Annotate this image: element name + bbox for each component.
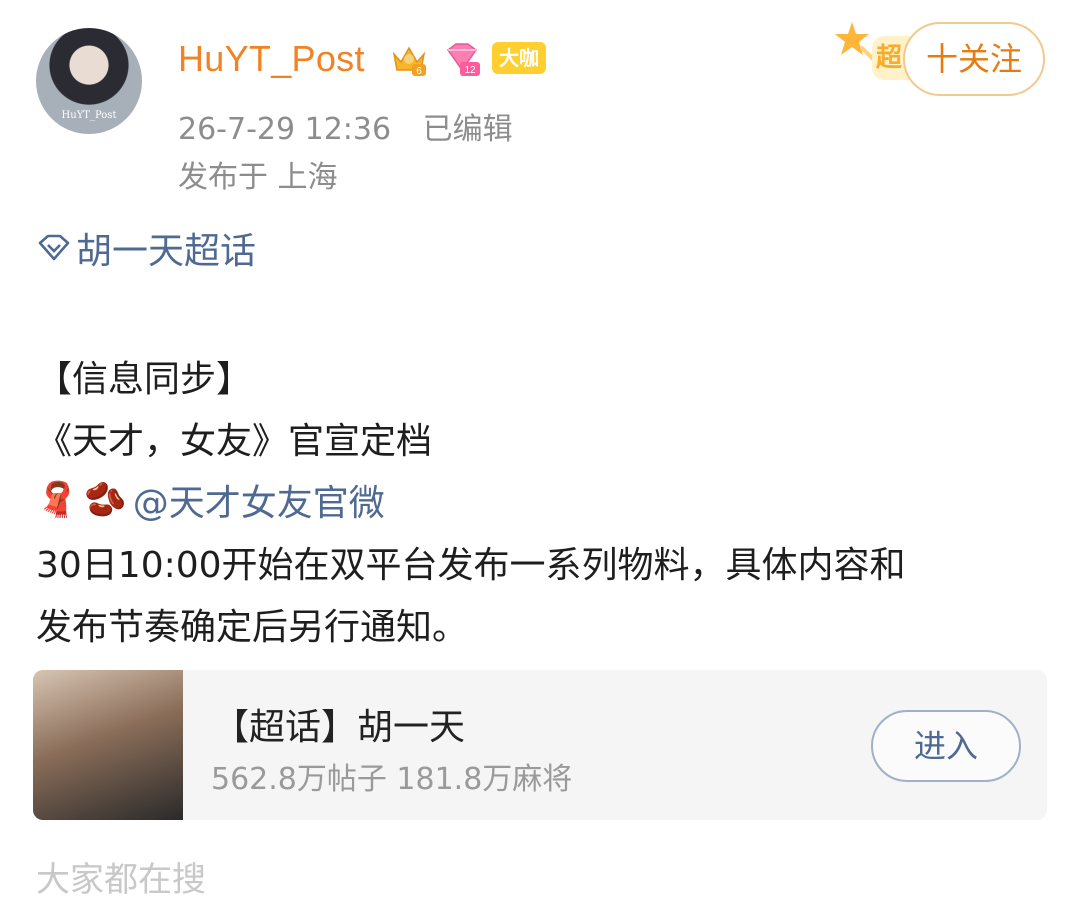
crown-badge-icon[interactable]: 6 <box>390 40 428 78</box>
post-text-line: 【信息同步】 <box>36 359 253 400</box>
topic-link[interactable]: 胡一天超话 <box>36 222 256 274</box>
topic-label: 胡一天超话 <box>76 231 257 272</box>
card-thumbnail <box>33 670 183 820</box>
post-text-line: 《天才，女友》官宣定档 <box>36 421 433 462</box>
scarf-icon: 🧣 <box>36 480 79 520</box>
card-stats: 562.8万帖子 181.8万麻将 <box>211 762 573 797</box>
post-timestamp: 26-7-29 12:36 <box>178 112 392 147</box>
post-meta: 26-7-29 12:36 已编辑 <box>178 104 513 148</box>
post-mention-line: 🧣 🫘 @天才女友官微 <box>36 474 385 526</box>
trending-header: 大家都在搜 <box>36 860 206 900</box>
card-title: 【超话】胡一天 <box>213 707 466 748</box>
edited-label[interactable]: 已编辑 <box>423 112 513 147</box>
follow-button[interactable]: 十关注 <box>903 22 1045 96</box>
super-topic-card[interactable]: 【超话】胡一天 562.8万帖子 181.8万麻将 进入 <box>33 670 1047 820</box>
mention-link[interactable]: @天才女友官微 <box>133 474 385 526</box>
daka-badge[interactable]: 大咖 <box>492 42 546 74</box>
username[interactable]: HuYT_Post <box>178 38 365 80</box>
diamond-icon <box>38 234 70 261</box>
post-text-line: 发布节奏确定后另行通知。 <box>36 607 469 648</box>
avatar-caption: HuYT_Post <box>61 110 117 121</box>
avatar[interactable]: HuYT_Post <box>36 28 142 134</box>
post-text-line: 30日10:00开始在双平台发布一系列物料，具体内容和 <box>36 545 906 586</box>
beans-icon: 🫘 <box>84 480 127 520</box>
svg-text:12: 12 <box>464 65 476 76</box>
enter-button[interactable]: 进入 <box>871 710 1021 782</box>
post-location: 发布于 上海 <box>178 160 338 195</box>
gem-badge-icon[interactable]: 12 <box>442 40 482 78</box>
svg-text:6: 6 <box>416 66 422 77</box>
